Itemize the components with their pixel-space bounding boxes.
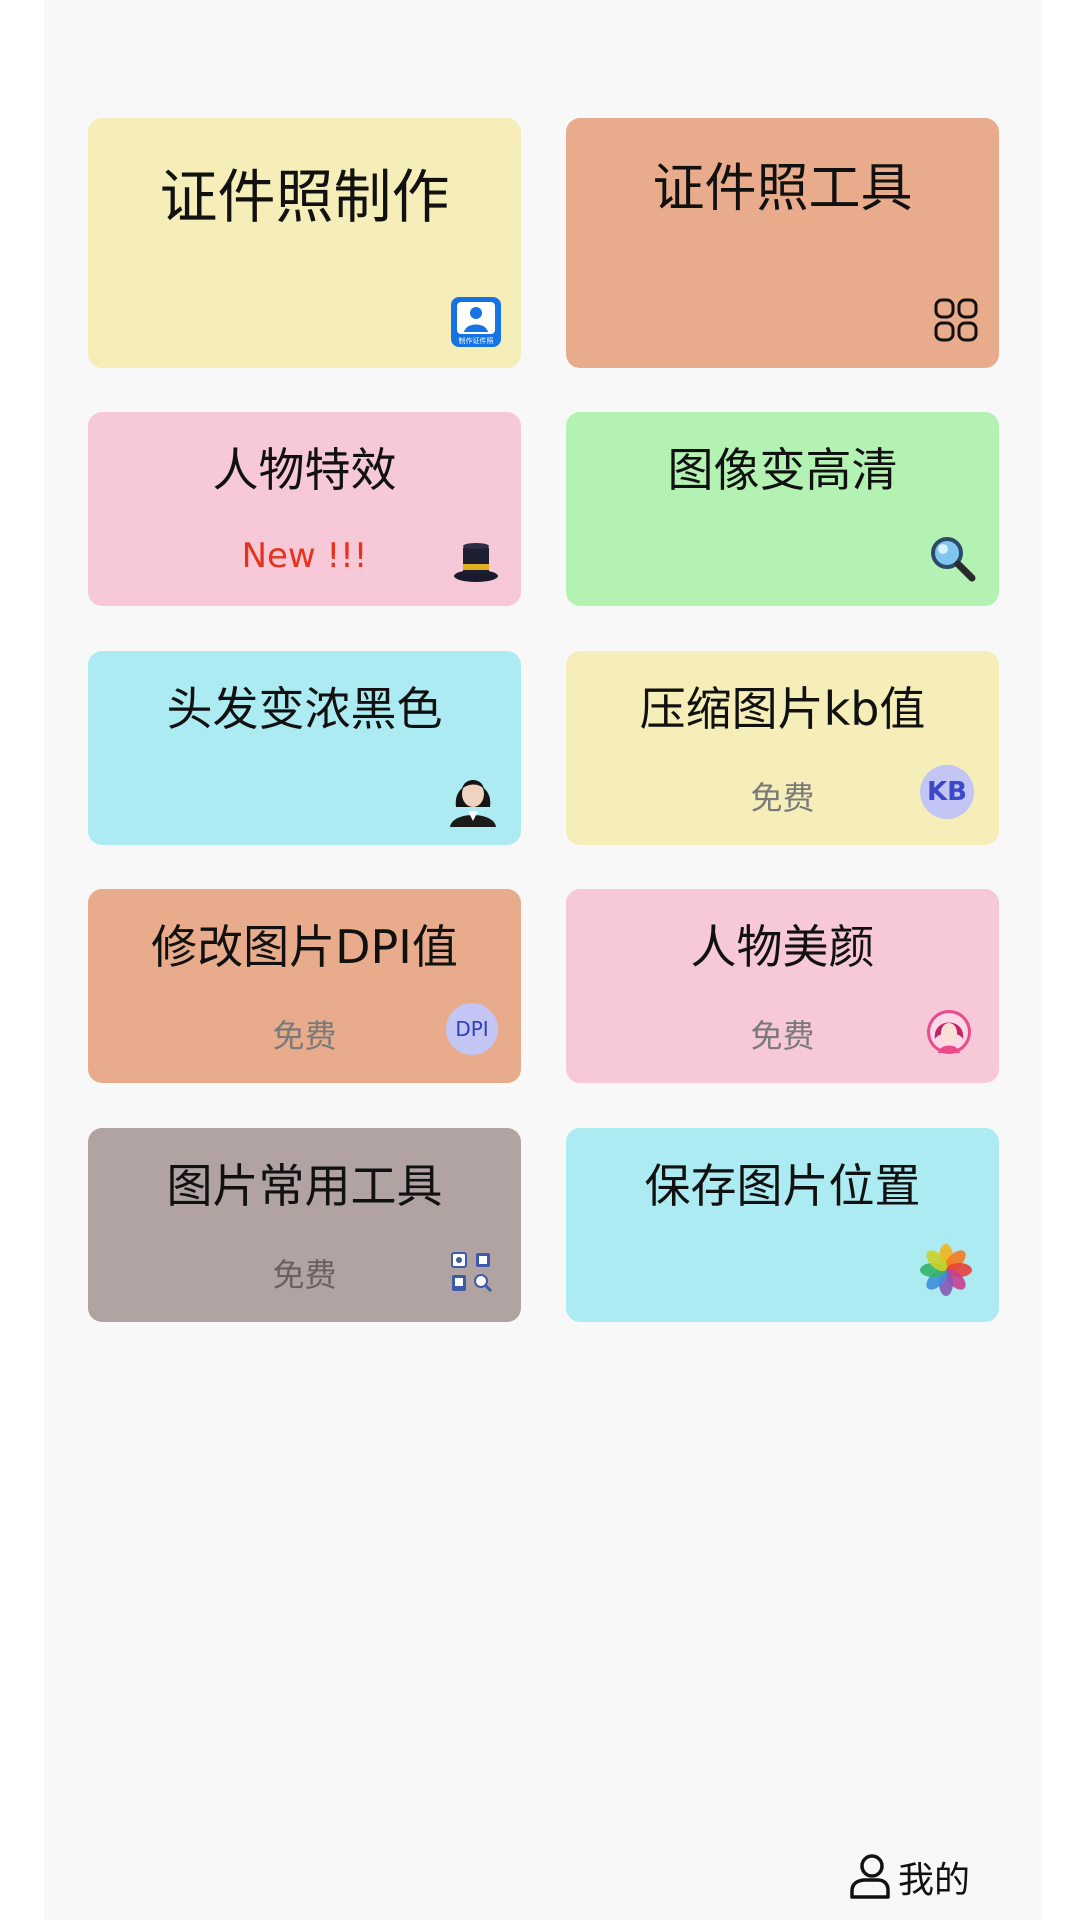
card-title: 保存图片位置 — [644, 1159, 921, 1213]
card-beauty[interactable]: 人物美颜 免费 — [566, 889, 999, 1083]
card-title: 头发变浓黑色 — [166, 682, 443, 736]
card-title: 证件照工具 — [652, 159, 913, 219]
card-id-photo-make[interactable]: 证件照制作 制作证件照 — [88, 118, 521, 368]
card-title: 证件照制作 — [159, 163, 450, 231]
portrait-woman-icon — [446, 767, 500, 827]
card-title: 压缩图片kb值 — [639, 682, 926, 736]
kb-badge-text: KB — [927, 777, 967, 807]
main-panel: 证件照制作 制作证件照 证件照工具 人物特效 New !!! 图像变高清 头发变… — [44, 0, 1042, 1920]
dpi-badge-icon: DPI — [446, 1003, 498, 1055]
card-title: 图像变高清 — [667, 443, 898, 497]
card-compress-kb[interactable]: 压缩图片kb值 免费 KB — [566, 651, 999, 845]
user-icon — [850, 1854, 890, 1899]
card-title: 人物美颜 — [690, 920, 875, 974]
id-photo-app-icon: 制作证件照 — [450, 296, 502, 348]
magnifier-icon — [928, 534, 976, 582]
card-common-tools[interactable]: 图片常用工具 免费 — [88, 1128, 521, 1322]
card-save-location[interactable]: 保存图片位置 — [566, 1128, 999, 1322]
card-title: 修改图片DPI值 — [151, 920, 458, 974]
image-tools-icon — [450, 1250, 494, 1294]
card-hair-darken[interactable]: 头发变浓黑色 — [88, 651, 521, 845]
card-portrait-effects[interactable]: 人物特效 New !!! — [88, 412, 521, 606]
me-tab-label: 我的 — [898, 1860, 971, 1901]
card-title: 图片常用工具 — [166, 1159, 443, 1213]
beauty-face-icon — [926, 1009, 972, 1055]
kb-badge-icon: KB — [920, 765, 974, 819]
dpi-badge-text: DPI — [455, 1017, 489, 1041]
card-title: 人物特效 — [212, 443, 397, 497]
magic-hat-icon — [452, 540, 500, 584]
card-modify-dpi[interactable]: 修改图片DPI值 免费 DPI — [88, 889, 521, 1083]
card-image-hd[interactable]: 图像变高清 — [566, 412, 999, 606]
photos-flower-icon — [918, 1242, 974, 1298]
svg-text:制作证件照: 制作证件照 — [459, 336, 494, 345]
me-tab[interactable]: 我的 — [848, 1852, 970, 1902]
card-id-photo-tools[interactable]: 证件照工具 — [566, 118, 999, 368]
grid-apps-icon — [934, 298, 978, 342]
